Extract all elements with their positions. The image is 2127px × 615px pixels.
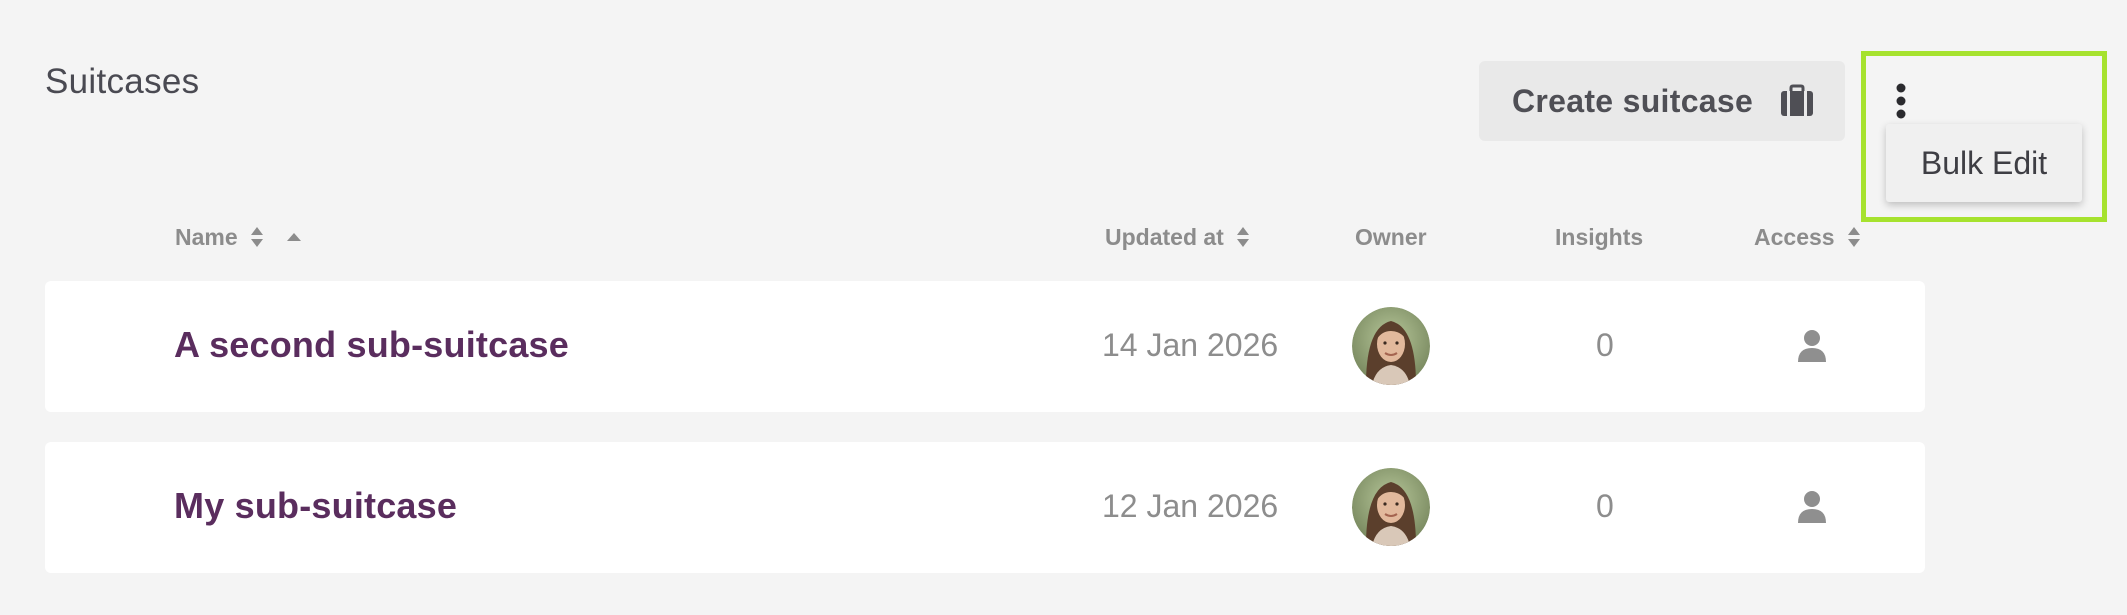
column-header-label: Access bbox=[1754, 223, 1835, 250]
sort-icon[interactable] bbox=[250, 226, 264, 248]
column-header-updated-at[interactable]: Updated at bbox=[1105, 222, 1250, 252]
user-icon bbox=[1798, 330, 1826, 362]
suitcase-name-link[interactable]: A second sub-suitcase bbox=[174, 324, 569, 366]
column-header-owner: Owner bbox=[1355, 222, 1427, 252]
table-row[interactable]: My sub-suitcase 12 Jan 2026 0 bbox=[45, 442, 1925, 573]
user-icon bbox=[1798, 491, 1826, 523]
owner-avatar bbox=[1352, 468, 1430, 546]
column-header-insights: Insights bbox=[1555, 222, 1643, 252]
insights-count: 0 bbox=[1596, 488, 1614, 524]
page-title: Suitcases bbox=[45, 62, 200, 101]
create-suitcase-button[interactable]: Create suitcase bbox=[1479, 61, 1845, 141]
create-suitcase-label: Create suitcase bbox=[1512, 82, 1754, 119]
more-actions-menu: Bulk Edit bbox=[1886, 124, 2082, 202]
suitcase-icon bbox=[1781, 84, 1813, 116]
column-header-label: Insights bbox=[1555, 223, 1644, 250]
owner-avatar bbox=[1352, 307, 1430, 385]
vertical-ellipsis-icon[interactable] bbox=[1886, 83, 1916, 119]
menu-item-bulk-edit[interactable]: Bulk Edit bbox=[1921, 145, 2047, 182]
column-header-label: Updated at bbox=[1105, 223, 1224, 250]
table-row[interactable]: A second sub-suitcase 14 Jan 2026 0 bbox=[45, 281, 1925, 412]
column-header-label: Owner bbox=[1355, 223, 1427, 250]
column-header-access[interactable]: Access bbox=[1754, 222, 1861, 252]
updated-at-value: 12 Jan 2026 bbox=[1102, 488, 1279, 524]
updated-at-value: 14 Jan 2026 bbox=[1102, 327, 1279, 363]
suitcases-page: Suitcases Create suitcase Bulk Edit Name… bbox=[0, 0, 2127, 615]
sort-icon[interactable] bbox=[1236, 226, 1250, 248]
column-header-name[interactable]: Name bbox=[175, 222, 302, 252]
column-header-label: Name bbox=[175, 223, 238, 250]
sort-icon[interactable] bbox=[1847, 226, 1861, 248]
sort-ascending-icon[interactable] bbox=[286, 232, 302, 242]
suitcase-name-link[interactable]: My sub-suitcase bbox=[174, 485, 457, 527]
insights-count: 0 bbox=[1596, 327, 1614, 363]
